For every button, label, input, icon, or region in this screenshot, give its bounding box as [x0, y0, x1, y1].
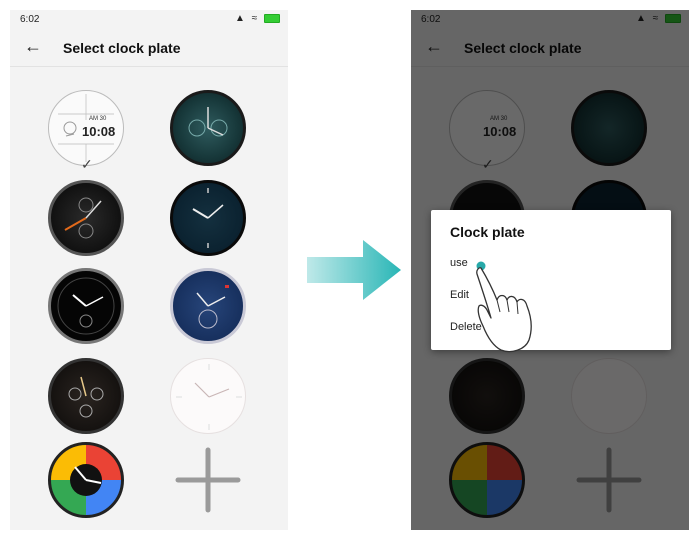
- clock-plate-black-numbers[interactable]: [48, 268, 124, 344]
- dark-blue-dial-art: [192, 188, 224, 248]
- dialog-item-edit[interactable]: Edit: [450, 289, 469, 301]
- classic-roman-dial-art: [68, 376, 104, 418]
- clock-plate-black-orange[interactable]: [48, 180, 124, 256]
- dialog-item-use[interactable]: use: [450, 257, 468, 269]
- navy-silver-dial-art: [196, 285, 229, 329]
- clock-plate-teal[interactable]: [170, 90, 246, 166]
- clock-plate-dark-blue[interactable]: [170, 180, 246, 256]
- clock-plate-dialog: Clock plate use Edit Delete: [431, 210, 671, 350]
- page-title: Select clock plate: [63, 40, 181, 56]
- app-bar: ← Select clock plate: [10, 30, 288, 67]
- clock-plate-digital[interactable]: AM 30 10:08: [48, 90, 124, 166]
- white-minimal-dial-art: [176, 364, 242, 430]
- pointing-hand-icon: [476, 261, 532, 353]
- status-icons: ▲ ≈: [235, 13, 280, 24]
- black-numbers-dial-art: [57, 277, 115, 335]
- google-dial-art: [70, 464, 102, 496]
- clock-plate-white-minimal[interactable]: [170, 358, 246, 434]
- status-bar: 6:02 ▲ ≈: [10, 10, 288, 30]
- status-time: 6:02: [20, 14, 40, 25]
- dialog-title: Clock plate: [450, 224, 525, 240]
- checkmark-icon: ✓: [81, 156, 93, 172]
- plus-icon[interactable]: [173, 445, 243, 515]
- left-phone-screen: 6:02 ▲ ≈ ← Select clock plate AM 30 10:0…: [10, 10, 288, 530]
- battery-icon: [264, 13, 280, 23]
- clock-plate-classic-roman[interactable]: [48, 358, 124, 434]
- right-arrow-icon: [307, 240, 401, 300]
- back-arrow-icon[interactable]: ←: [24, 36, 42, 57]
- black-orange-dial-art: [64, 197, 102, 239]
- clock-plate-navy-silver[interactable]: [170, 268, 246, 344]
- right-phone-screen: 6:02 ▲ ≈ ← Select clock plate AM 30 10:0…: [411, 10, 689, 530]
- dial-am-date: AM 30: [89, 116, 107, 122]
- clock-plate-google[interactable]: [48, 442, 124, 518]
- dial-time: 10:08: [82, 124, 116, 139]
- teal-dial-art: [188, 107, 228, 137]
